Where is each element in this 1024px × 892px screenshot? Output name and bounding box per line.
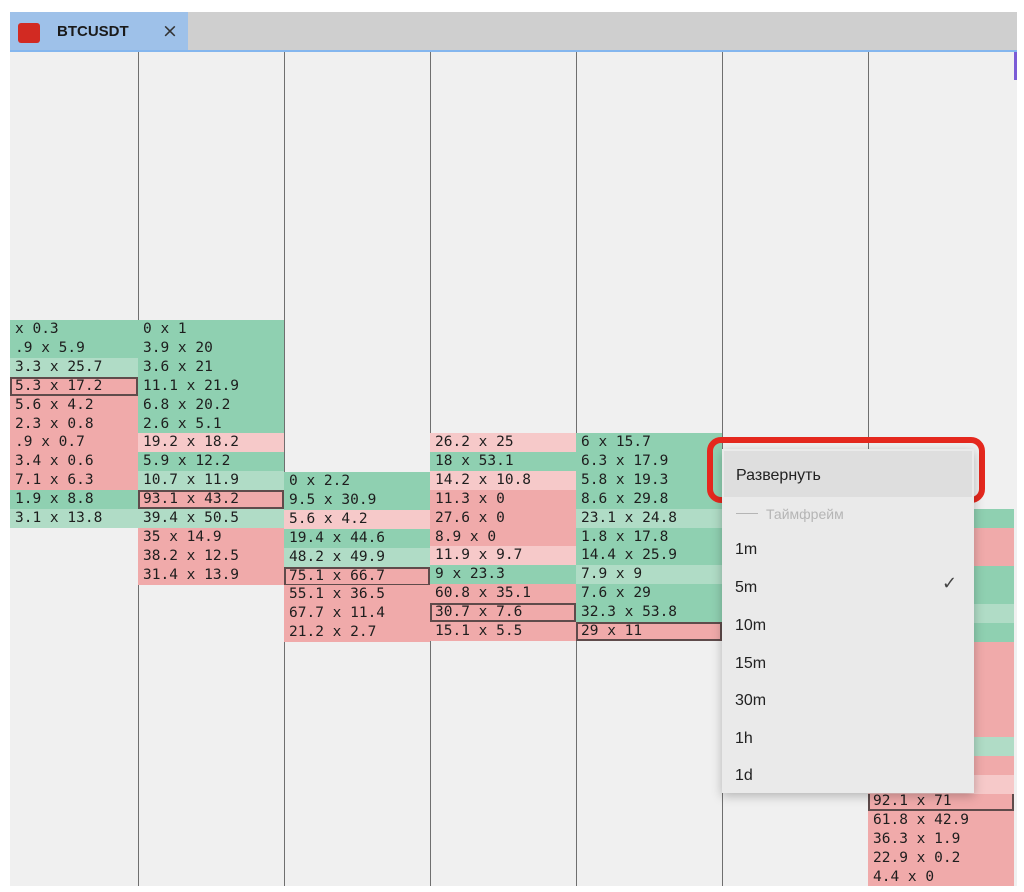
footprint-cell: 5.8 x 19.3 xyxy=(576,470,722,490)
footprint-cell: 7.9 x 9 xyxy=(576,565,722,585)
timeframe-1h[interactable]: 1h xyxy=(735,730,753,748)
footprint-cell: 67.7 x 11.4 xyxy=(284,604,430,624)
footprint-cell: 39.4 x 50.5 xyxy=(138,509,284,528)
footprint-cell: 75.1 x 66.7 xyxy=(284,566,430,586)
footprint-cell: 7.6 x 29 xyxy=(576,584,722,604)
footprint-cell: 2.3 x 0.8 xyxy=(10,414,138,434)
footprint-cell: 15.1 x 5.5 xyxy=(430,622,576,641)
footprint-cell: 93.1 x 43.2 xyxy=(138,490,284,510)
tab-btcusdt[interactable]: BTCUSDT × xyxy=(10,12,188,50)
timeframe-1m[interactable]: 1m xyxy=(735,541,757,559)
section-divider xyxy=(736,513,758,514)
timeframe-10m[interactable]: 10m xyxy=(735,617,766,635)
footprint-cell: 1.8 x 17.8 xyxy=(576,527,722,547)
tab-bar: BTCUSDT × xyxy=(10,12,1017,50)
close-icon[interactable]: × xyxy=(162,20,178,42)
expand-label: Развернуть xyxy=(736,467,821,484)
expand-menu-item[interactable]: Развернуть xyxy=(724,451,972,497)
footprint-cell: 3.4 x 0.6 xyxy=(10,452,138,472)
footprint-cell: 36.3 x 1.9 xyxy=(868,829,1014,849)
check-icon: ✓ xyxy=(942,573,958,594)
footprint-cell: 8.6 x 29.8 xyxy=(576,489,722,509)
footprint-cell: 61.8 x 42.9 xyxy=(868,810,1014,830)
footprint-cell: 27.6 x 0 xyxy=(430,508,576,528)
footprint-cell: 32.3 x 53.8 xyxy=(576,603,722,623)
footprint-cell: 6.8 x 20.2 xyxy=(138,395,284,415)
footprint-cell: 3.1 x 13.8 xyxy=(10,509,138,528)
timeframe-1d[interactable]: 1d xyxy=(735,767,753,785)
footprint-cell: 5.6 x 4.2 xyxy=(284,509,430,529)
timeframe-30m[interactable]: 30m xyxy=(735,692,766,710)
footprint-cell: 0 x 1 xyxy=(138,320,284,339)
footprint-cell: 60.8 x 35.1 xyxy=(430,584,576,604)
footprint-cell: 48.2 x 49.9 xyxy=(284,547,430,567)
footprint-cell: 5.3 x 17.2 xyxy=(10,376,138,396)
footprint-cell: 18 x 53.1 xyxy=(430,451,576,471)
footprint-cell: 38.2 x 12.5 xyxy=(138,546,284,566)
footprint-cell: 30.7 x 7.6 xyxy=(430,603,576,623)
footprint-cell: .9 x 0.7 xyxy=(10,433,138,453)
footprint-cell: 29 x 11 xyxy=(576,622,722,641)
footprint-cell: 4.4 x 0 xyxy=(868,867,1014,886)
timeframe-section-label: Таймфрейм xyxy=(766,506,844,522)
footprint-cell: 55.1 x 36.5 xyxy=(284,585,430,605)
timeframe-5m[interactable]: 5m xyxy=(735,579,757,597)
footprint-cell: 35 x 14.9 xyxy=(138,527,284,547)
footprint-cell: 9.5 x 30.9 xyxy=(284,490,430,510)
footprint-cell: .9 x 5.9 xyxy=(10,338,138,358)
footprint-cell: 3.6 x 21 xyxy=(138,357,284,377)
footprint-cell: 19.2 x 18.2 xyxy=(138,433,284,453)
context-menu: Развернуть Таймфрейм 1m 5m ✓ 10m 15m 30m… xyxy=(722,449,974,793)
footprint-cell: 7.1 x 6.3 xyxy=(10,471,138,491)
timeframe-15m[interactable]: 15m xyxy=(735,655,766,673)
footprint-cell: 9 x 23.3 xyxy=(430,565,576,585)
footprint-cell: 5.6 x 4.2 xyxy=(10,395,138,415)
symbol-color-icon xyxy=(18,23,40,43)
column-divider xyxy=(284,52,285,886)
footprint-cell: 1.9 x 8.8 xyxy=(10,490,138,510)
footprint-cell: 3.3 x 25.7 xyxy=(10,357,138,377)
footprint-cell: 11.9 x 9.7 xyxy=(430,546,576,566)
footprint-cell: 5.9 x 12.2 xyxy=(138,452,284,472)
tab-title: BTCUSDT xyxy=(57,23,129,40)
footprint-cell: 0 x 2.2 xyxy=(284,472,430,491)
footprint-cell: 6 x 15.7 xyxy=(576,433,722,452)
footprint-cell: 11.1 x 21.9 xyxy=(138,376,284,396)
footprint-cell: 3.9 x 20 xyxy=(138,338,284,358)
footprint-cell: 14.2 x 10.8 xyxy=(430,470,576,490)
footprint-cell: 11.3 x 0 xyxy=(430,489,576,509)
footprint-cell: 8.9 x 0 xyxy=(430,527,576,547)
footprint-cell: 14.4 x 25.9 xyxy=(576,546,722,566)
footprint-cell: 6.3 x 17.9 xyxy=(576,451,722,471)
footprint-cell: 22.9 x 0.2 xyxy=(868,848,1014,868)
scroll-indicator xyxy=(1014,52,1017,80)
footprint-cell: 2.6 x 5.1 xyxy=(138,414,284,434)
footprint-cell: 21.2 x 2.7 xyxy=(284,623,430,643)
footprint-cell: 10.7 x 11.9 xyxy=(138,471,284,491)
footprint-cell: 26.2 x 25 xyxy=(430,433,576,452)
footprint-cell: x 0.3 xyxy=(10,320,138,339)
footprint-cell: 92.1 x 71 xyxy=(868,792,1014,811)
footprint-cell: 23.1 x 24.8 xyxy=(576,508,722,528)
footprint-cell: 19.4 x 44.6 xyxy=(284,528,430,548)
footprint-cell: 31.4 x 13.9 xyxy=(138,565,284,585)
